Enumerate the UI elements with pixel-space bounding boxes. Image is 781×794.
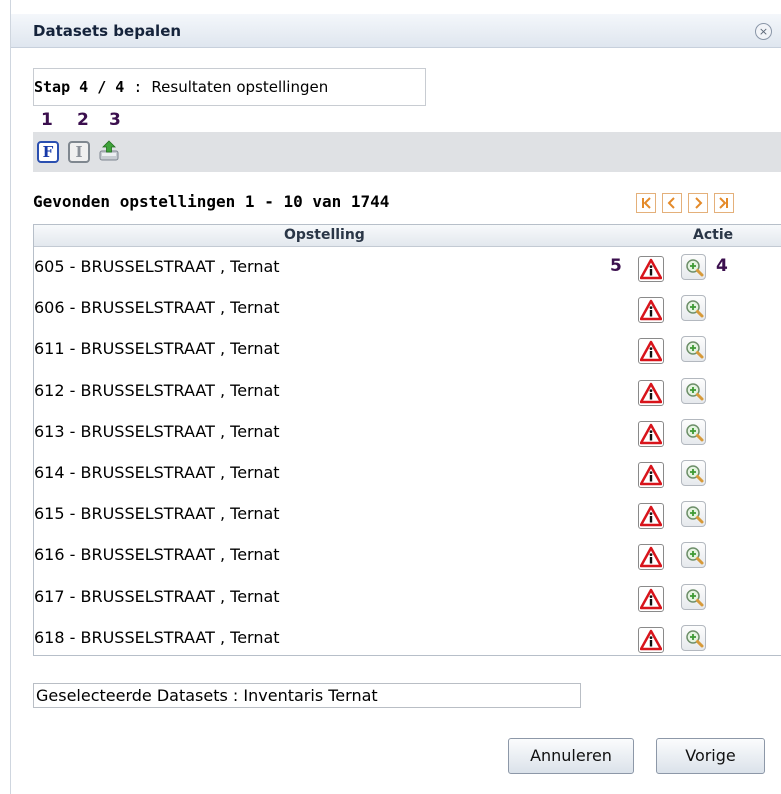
table-row: 617 - BRUSSELSTRAAT , Ternat [34,578,781,619]
results-table: Opstelling Actie 605 - BRUSSELSTRAAT , T… [33,224,781,656]
warning-icon [640,341,662,362]
warning-button[interactable] [638,503,664,530]
next-page-icon [695,197,703,209]
table-row: 614 - BRUSSELSTRAAT , Ternat [34,454,781,495]
column-header-actie: Actie [693,227,734,243]
callout-2: 2 [77,110,89,130]
warning-icon [640,382,662,403]
zoom-icon [686,630,704,648]
selected-datasets: Geselecteerde Datasets : Inventaris Tern… [33,683,581,708]
table-row: 612 - BRUSSELSTRAAT , Ternat [34,372,781,413]
step-label: Stap 4 / 4 [34,78,125,96]
warning-button[interactable] [638,462,664,488]
zoom-button[interactable] [681,254,706,280]
zoom-icon [686,424,704,442]
zoom-icon [686,382,704,401]
warning-button[interactable] [638,420,664,447]
table-row: 605 - BRUSSELSTRAAT , Ternat [34,248,781,289]
zoom-button[interactable] [681,542,706,569]
table-row: 615 - BRUSSELSTRAAT , Ternat [34,495,781,536]
close-icon[interactable]: × [755,23,772,40]
zoom-icon [686,259,704,277]
zoom-button[interactable] [681,501,706,528]
warning-button[interactable] [638,338,664,365]
step-separator: : [124,78,152,96]
zoom-icon [686,506,704,524]
first-page-icon [642,197,651,209]
warning-icon [640,423,662,445]
results-title: Gevonden opstellingen 1 - 10 van 1744 [33,192,390,211]
opstelling-cell: 606 - BRUSSELSTRAAT , Ternat [34,298,280,318]
export-icon[interactable] [98,139,120,163]
opstelling-cell: 617 - BRUSSELSTRAAT , Ternat [34,586,280,606]
zoom-icon [686,341,704,359]
opstelling-cell: 605 - BRUSSELSTRAAT , Ternat [34,257,280,276]
prev-page-icon [667,197,675,209]
table-row: 616 - BRUSSELSTRAAT , Ternat [34,536,781,577]
warning-button[interactable] [638,626,664,653]
warning-icon [640,547,662,568]
dialog-titlebar: Datasets bepalen × [11,14,781,48]
warning-icon [640,258,662,280]
zoom-button[interactable] [681,418,706,445]
warning-button[interactable] [638,256,664,282]
zoom-icon [686,465,704,483]
step-description: Resultaten opstellingen [151,78,329,96]
warning-icon [640,588,662,609]
warning-icon [640,464,662,486]
zoom-icon [686,588,704,607]
table-row: 613 - BRUSSELSTRAAT , Ternat [34,413,781,454]
zoom-button[interactable] [681,377,706,404]
callout-3: 3 [109,110,121,130]
zoom-button[interactable] [681,624,706,651]
zoom-button[interactable] [681,460,706,486]
warning-icon [640,629,662,651]
opstelling-cell: 611 - BRUSSELSTRAAT , Ternat [34,339,280,359]
cancel-button[interactable]: Annuleren [508,738,634,774]
opstelling-cell: 612 - BRUSSELSTRAAT , Ternat [34,380,280,400]
dialog: Datasets bepalen × Stap 4 / 4 : Resultat… [10,0,781,794]
i-button[interactable]: I [68,141,90,163]
opstelling-cell: 614 - BRUSSELSTRAAT , Ternat [34,463,280,482]
toolbar: F I [33,132,781,172]
first-page-button[interactable] [636,193,656,213]
opstelling-cell: 615 - BRUSSELSTRAAT , Ternat [34,504,280,524]
table-row: 611 - BRUSSELSTRAAT , Ternat [34,330,781,371]
f-button[interactable]: F [37,141,59,163]
table-header: Opstelling Actie [34,225,781,247]
opstelling-cell: 616 - BRUSSELSTRAAT , Ternat [34,545,280,565]
zoom-icon [686,300,704,318]
zoom-button[interactable] [681,295,706,322]
dialog-title: Datasets bepalen [33,22,182,40]
last-page-icon [719,197,728,209]
next-page-button[interactable] [688,193,708,213]
warning-button[interactable] [638,585,664,612]
warning-icon [640,505,662,527]
last-page-button[interactable] [714,193,734,213]
prev-page-button[interactable] [662,193,682,213]
warning-button[interactable] [638,379,664,406]
callout-5: 5 [610,256,622,276]
zoom-button[interactable] [681,583,706,610]
opstelling-cell: 613 - BRUSSELSTRAAT , Ternat [34,421,280,441]
warning-button[interactable] [638,297,664,324]
callout-1: 1 [41,110,53,130]
opstelling-cell: 618 - BRUSSELSTRAAT , Ternat [34,627,280,647]
callout-4: 4 [716,256,728,276]
previous-button[interactable]: Vorige [656,738,765,774]
warning-icon [640,299,662,321]
table-row: 606 - BRUSSELSTRAAT , Ternat [34,289,781,330]
warning-button[interactable] [638,544,664,571]
zoom-icon [686,547,704,565]
zoom-button[interactable] [681,336,706,363]
step-indicator: Stap 4 / 4 : Resultaten opstellingen [33,68,426,106]
table-row: 618 - BRUSSELSTRAAT , Ternat [34,619,781,660]
column-header-opstelling: Opstelling [284,227,365,243]
